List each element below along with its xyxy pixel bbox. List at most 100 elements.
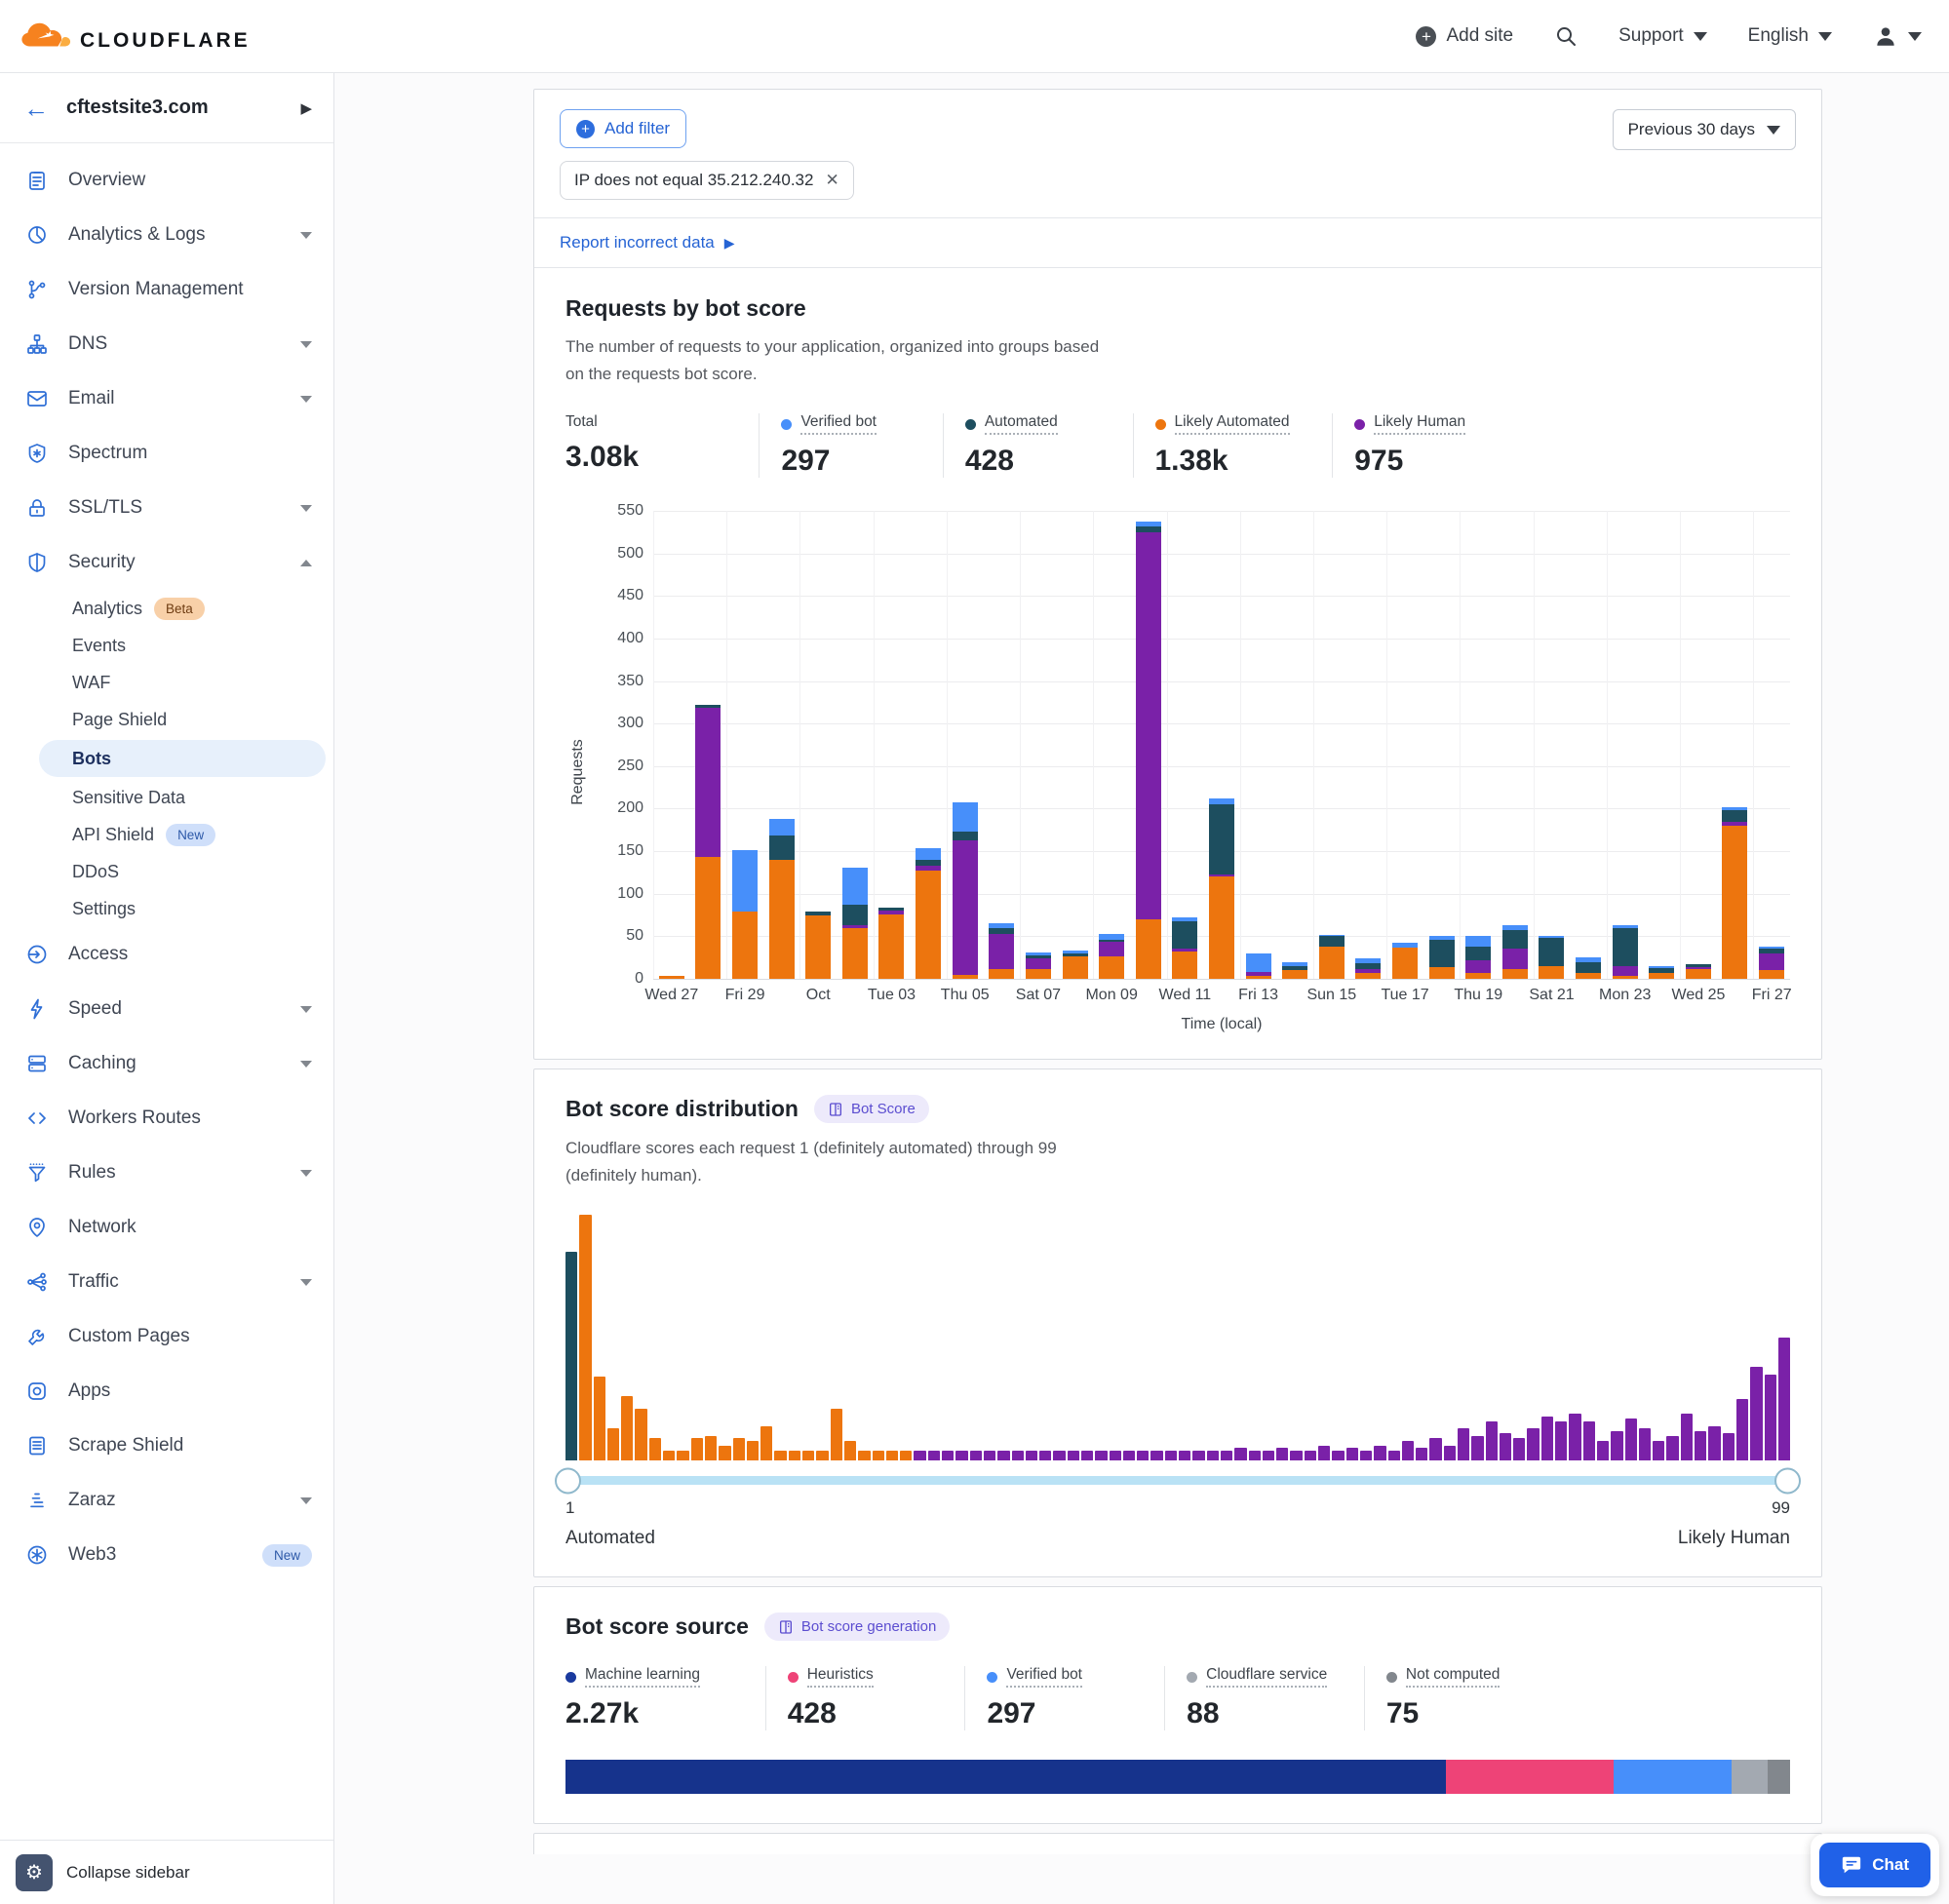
- sidebar-subitem-events[interactable]: Events: [0, 627, 333, 664]
- bar-fri-06[interactable]: [983, 511, 1020, 979]
- bar-wed-04[interactable]: [910, 511, 947, 979]
- sidebar-subitem-ddos[interactable]: DDoS: [0, 853, 333, 890]
- bar-wed-25[interactable]: [1680, 511, 1717, 979]
- sidebar-item-speed[interactable]: Speed: [0, 982, 333, 1036]
- sidebar-item-analytics-logs[interactable]: Analytics & Logs: [0, 208, 333, 262]
- sidebar-subitem-settings[interactable]: Settings: [0, 890, 333, 927]
- sidebar-item-custom-pages[interactable]: Custom Pages: [0, 1309, 333, 1364]
- stat-label[interactable]: Likely Human: [1374, 413, 1465, 435]
- bar-wed-27[interactable]: [653, 511, 690, 979]
- sidebar-item-spectrum[interactable]: Spectrum: [0, 426, 333, 481]
- slider-handle-min[interactable]: [555, 1467, 581, 1494]
- gear-icon[interactable]: ⚙: [16, 1854, 53, 1891]
- sidebar-item-network[interactable]: Network: [0, 1200, 333, 1255]
- back-arrow-icon[interactable]: ←: [23, 96, 49, 121]
- chevron-down-icon[interactable]: [300, 396, 312, 403]
- sidebar-item-dns[interactable]: DNS: [0, 317, 333, 371]
- sidebar-item-version-management[interactable]: Version Management: [0, 262, 333, 317]
- bar-thu-05[interactable]: [947, 511, 984, 979]
- bar-mon-09[interactable]: [1093, 511, 1130, 979]
- stat-label[interactable]: Automated: [985, 413, 1058, 435]
- add-site-button[interactable]: + Add site: [1416, 25, 1513, 47]
- bar-sun-15[interactable]: [1313, 511, 1350, 979]
- sidebar-item-traffic[interactable]: Traffic: [0, 1255, 333, 1309]
- bar-sat-07[interactable]: [1020, 511, 1057, 979]
- chevron-down-icon[interactable]: [300, 1279, 312, 1286]
- chevron-down-icon[interactable]: [300, 232, 312, 239]
- requests-plot-area[interactable]: 050100150200250300350400450500550: [591, 511, 1790, 979]
- bar-tue-24[interactable]: [1643, 511, 1680, 979]
- sidebar-item-zaraz[interactable]: Zaraz: [0, 1473, 333, 1528]
- sidebar-subitem-waf[interactable]: WAF: [0, 664, 333, 701]
- remove-filter-icon[interactable]: ✕: [825, 171, 838, 190]
- bar-oct[interactable]: [799, 511, 837, 979]
- stat-label[interactable]: Heuristics: [807, 1666, 874, 1688]
- sidebar-subitem-sensitive-data[interactable]: Sensitive Data: [0, 779, 333, 816]
- sidebar-item-rules[interactable]: Rules: [0, 1146, 333, 1200]
- add-filter-button[interactable]: + Add filter: [560, 109, 686, 148]
- stat-label[interactable]: Likely Automated: [1175, 413, 1290, 435]
- bar-sat-14[interactable]: [1276, 511, 1313, 979]
- bar-thu-12[interactable]: [1203, 511, 1240, 979]
- language-menu[interactable]: English: [1748, 25, 1832, 47]
- chevron-down-icon[interactable]: [300, 1061, 312, 1068]
- sidebar-subitem-page-shield[interactable]: Page Shield: [0, 701, 333, 738]
- stat-label[interactable]: Verified bot: [1006, 1666, 1082, 1688]
- bar-fri-29[interactable]: [726, 511, 763, 979]
- bar-sun-22[interactable]: [1570, 511, 1607, 979]
- sidebar-subitem-analytics[interactable]: AnalyticsBeta: [0, 590, 333, 627]
- chevron-down-icon[interactable]: [300, 505, 312, 512]
- stat-label[interactable]: Machine learning: [585, 1666, 700, 1688]
- bar-fri-13[interactable]: [1240, 511, 1277, 979]
- bar-mon-16[interactable]: [1350, 511, 1387, 979]
- chevron-right-icon[interactable]: ▶: [300, 99, 312, 117]
- sidebar-subitem-bots[interactable]: Bots: [39, 740, 326, 777]
- chevron-down-icon[interactable]: [300, 341, 312, 348]
- bar-thu-19[interactable]: [1460, 511, 1497, 979]
- sidebar-item-security[interactable]: Security: [0, 535, 333, 590]
- score-range-slider[interactable]: [567, 1476, 1788, 1485]
- sidebar-item-ssl-tls[interactable]: SSL/TLS: [0, 481, 333, 535]
- sidebar-item-caching[interactable]: Caching: [0, 1036, 333, 1091]
- cloudflare-logo[interactable]: CLOUDFLARE: [18, 18, 251, 55]
- bar-sat-30[interactable]: [763, 511, 800, 979]
- bot-score-generation-badge[interactable]: Bot score generation: [764, 1613, 950, 1641]
- bar-fri-20[interactable]: [1497, 511, 1534, 979]
- collapse-sidebar-button[interactable]: ⚙ Collapse sidebar: [0, 1840, 333, 1904]
- stat-label[interactable]: Not computed: [1406, 1666, 1501, 1688]
- bar-sun-08[interactable]: [1057, 511, 1094, 979]
- date-range-dropdown[interactable]: Previous 30 days: [1613, 109, 1796, 150]
- bar-fri-27[interactable]: [1753, 511, 1790, 979]
- bot-score-docs-badge[interactable]: Bot Score: [814, 1095, 929, 1123]
- sidebar-item-email[interactable]: Email: [0, 371, 333, 426]
- bar-mon-02[interactable]: [837, 511, 874, 979]
- sidebar-item-scrape-shield[interactable]: Scrape Shield: [0, 1418, 333, 1473]
- sidebar-item-apps[interactable]: Apps: [0, 1364, 333, 1418]
- bar-wed-11[interactable]: [1167, 511, 1204, 979]
- sidebar-subitem-api-shield[interactable]: API ShieldNew: [0, 816, 333, 853]
- sidebar-item-access[interactable]: Access: [0, 927, 333, 982]
- site-selector[interactable]: ← cftestsite3.com ▶: [0, 73, 333, 143]
- report-incorrect-data-link[interactable]: Report incorrect data ▶: [560, 233, 735, 253]
- stat-label[interactable]: Verified bot: [800, 413, 877, 435]
- sidebar-item-web3[interactable]: Web3New: [0, 1528, 333, 1582]
- chevron-up-icon[interactable]: [300, 560, 312, 566]
- chevron-down-icon[interactable]: [300, 1497, 312, 1504]
- account-menu[interactable]: [1873, 23, 1922, 49]
- chevron-down-icon[interactable]: [300, 1006, 312, 1013]
- search-icon[interactable]: [1554, 24, 1578, 48]
- chat-button[interactable]: Chat: [1819, 1843, 1930, 1887]
- bar-tue-10[interactable]: [1130, 511, 1167, 979]
- bar-tue-03[interactable]: [874, 511, 911, 979]
- stat-label[interactable]: Cloudflare service: [1206, 1666, 1327, 1688]
- chevron-down-icon[interactable]: [300, 1170, 312, 1177]
- support-menu[interactable]: Support: [1618, 25, 1707, 47]
- sidebar-item-overview[interactable]: Overview: [0, 153, 333, 208]
- sidebar-item-workers-routes[interactable]: Workers Routes: [0, 1091, 333, 1146]
- bar-thu-26[interactable]: [1717, 511, 1754, 979]
- bar-thu-28[interactable]: [690, 511, 727, 979]
- bar-tue-17[interactable]: [1386, 511, 1423, 979]
- bar-wed-18[interactable]: [1423, 511, 1461, 979]
- bar-mon-23[interactable]: [1607, 511, 1644, 979]
- slider-handle-max[interactable]: [1774, 1467, 1801, 1494]
